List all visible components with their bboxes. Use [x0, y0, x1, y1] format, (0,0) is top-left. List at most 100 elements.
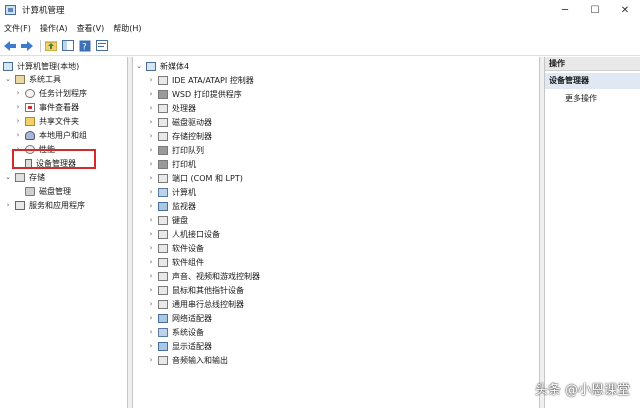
device-category[interactable]: › 通用串行总线控制器 [147, 297, 244, 311]
close-button[interactable]: ✕ [610, 0, 640, 20]
disk-drive-icon [158, 117, 168, 127]
device-root[interactable]: ⌄ 新媒体4 [135, 59, 189, 73]
device-category[interactable]: › 处理器 [147, 101, 196, 115]
expand-chevron-icon[interactable]: › [147, 132, 155, 140]
svg-text:?: ? [82, 42, 87, 52]
computer-icon [146, 61, 156, 71]
expand-chevron-icon[interactable]: › [14, 131, 22, 139]
help-icon[interactable]: ? [78, 39, 92, 53]
speaker-icon [158, 271, 168, 281]
software-device-icon [158, 243, 168, 253]
menu-action[interactable]: 操作(A) [40, 23, 68, 34]
expand-chevron-icon[interactable]: › [147, 118, 155, 126]
title-bar: 计算机管理 ─ ☐ ✕ [0, 0, 640, 20]
expand-chevron-icon[interactable]: › [147, 202, 155, 210]
expand-chevron-icon[interactable]: › [4, 201, 12, 209]
tree-root[interactable]: 计算机管理(本地) [3, 59, 79, 73]
menu-file[interactable]: 文件(F) [4, 23, 31, 34]
tree-shared-folders[interactable]: › 共享文件夹 [14, 114, 79, 128]
device-category[interactable]: › 磁盘驱动器 [147, 115, 212, 129]
back-arrow-icon[interactable] [3, 39, 17, 53]
device-category[interactable]: › 音频输入和输出 [147, 353, 228, 367]
device-list: ⌄ 新媒体4 › IDE ATA/ATAPI 控制器 › WSD 打印提供程序 › 处… [132, 57, 540, 408]
maximize-button[interactable]: ☐ [580, 0, 610, 20]
expand-chevron-icon[interactable]: › [147, 76, 155, 84]
properties-icon[interactable] [95, 39, 109, 53]
device-category[interactable]: › 存储控制器 [147, 129, 212, 143]
expand-chevron-icon[interactable]: › [14, 103, 22, 111]
menu-help[interactable]: 帮助(H) [113, 23, 141, 34]
usb-icon [158, 299, 168, 309]
expand-chevron-icon[interactable]: › [147, 286, 155, 294]
expand-chevron-icon[interactable]: › [147, 160, 155, 168]
print-queue-icon [158, 145, 168, 155]
device-category[interactable]: › 监视器 [147, 199, 196, 213]
device-category[interactable]: › 人机接口设备 [147, 227, 220, 241]
device-category[interactable]: › 软件设备 [147, 241, 204, 255]
device-category[interactable]: › 打印机 [147, 157, 196, 171]
expand-chevron-icon[interactable]: › [147, 244, 155, 252]
collapse-chevron-icon[interactable]: ⌄ [4, 173, 12, 181]
tree-storage[interactable]: ⌄ 存储 [4, 170, 45, 184]
expand-chevron-icon[interactable]: › [147, 300, 155, 308]
expand-chevron-icon[interactable]: › [147, 314, 155, 322]
window-title: 计算机管理 [22, 6, 65, 16]
actions-section-device-manager[interactable]: 设备管理器 [545, 73, 640, 89]
watermark: 头条 @小恩课堂 [534, 383, 630, 398]
users-icon [25, 130, 35, 140]
menu-view[interactable]: 查看(V) [77, 23, 105, 34]
tree-services-apps[interactable]: › 服务和应用程序 [4, 198, 85, 212]
device-category[interactable]: › 打印队列 [147, 143, 204, 157]
expand-chevron-icon[interactable]: › [147, 342, 155, 350]
forward-arrow-icon[interactable] [20, 39, 34, 53]
tree-local-users[interactable]: › 本地用户和组 [14, 128, 87, 142]
device-category[interactable]: › 显示适配器 [147, 339, 212, 353]
show-hide-console-tree-icon[interactable] [61, 39, 75, 53]
expand-chevron-icon[interactable]: › [147, 272, 155, 280]
expand-chevron-icon[interactable]: › [147, 146, 155, 154]
expand-chevron-icon[interactable]: › [147, 174, 155, 182]
device-category[interactable]: › IDE ATA/ATAPI 控制器 [147, 73, 254, 87]
expand-chevron-icon[interactable]: › [14, 89, 22, 97]
storage-icon [15, 172, 25, 182]
expand-chevron-icon[interactable]: › [147, 230, 155, 238]
device-category[interactable]: › 声音、视频和游戏控制器 [147, 269, 260, 283]
collapse-chevron-icon[interactable]: ⌄ [4, 75, 12, 83]
minimize-button[interactable]: ─ [550, 0, 580, 20]
hid-icon [158, 229, 168, 239]
tree-event-viewer[interactable]: › 事件查看器 [14, 100, 79, 114]
tree-system-tools[interactable]: ⌄ 系统工具 [4, 72, 61, 86]
expand-chevron-icon[interactable]: › [147, 188, 155, 196]
folder-icon [25, 116, 35, 126]
device-category[interactable]: › 计算机 [147, 185, 196, 199]
device-category[interactable]: › 键盘 [147, 213, 188, 227]
expand-chevron-icon[interactable]: › [14, 117, 22, 125]
collapse-chevron-icon[interactable]: ⌄ [135, 62, 143, 70]
tree-disk-management[interactable]: 磁盘管理 [25, 184, 71, 198]
toolbar-separator [40, 39, 41, 52]
device-category[interactable]: › 系统设备 [147, 325, 204, 339]
expand-chevron-icon[interactable]: › [147, 216, 155, 224]
expand-chevron-icon[interactable]: › [147, 328, 155, 336]
printer-icon [158, 159, 168, 169]
device-category[interactable]: › WSD 打印提供程序 [147, 87, 242, 101]
expand-chevron-icon[interactable]: › [147, 258, 155, 266]
device-category[interactable]: › 网络适配器 [147, 311, 212, 325]
device-category[interactable]: › 鼠标和其他指针设备 [147, 283, 244, 297]
monitor-icon [158, 201, 168, 211]
port-icon [158, 173, 168, 183]
window-controls: ─ ☐ ✕ [550, 0, 640, 20]
more-actions-link[interactable]: 更多操作 [565, 93, 597, 104]
tree-task-scheduler[interactable]: › 任务计划程序 [14, 86, 87, 100]
event-log-icon [25, 102, 35, 112]
system-device-icon [158, 327, 168, 337]
device-manager-highlight-box [12, 149, 96, 169]
device-category[interactable]: › 软件组件 [147, 255, 204, 269]
expand-chevron-icon[interactable]: › [147, 90, 155, 98]
expand-chevron-icon[interactable]: › [147, 104, 155, 112]
device-category[interactable]: › 端口 (COM 和 LPT) [147, 171, 243, 185]
ide-controller-icon [158, 75, 168, 85]
computer-icon [3, 61, 13, 71]
expand-chevron-icon[interactable]: › [147, 356, 155, 364]
up-folder-icon[interactable] [44, 39, 58, 53]
